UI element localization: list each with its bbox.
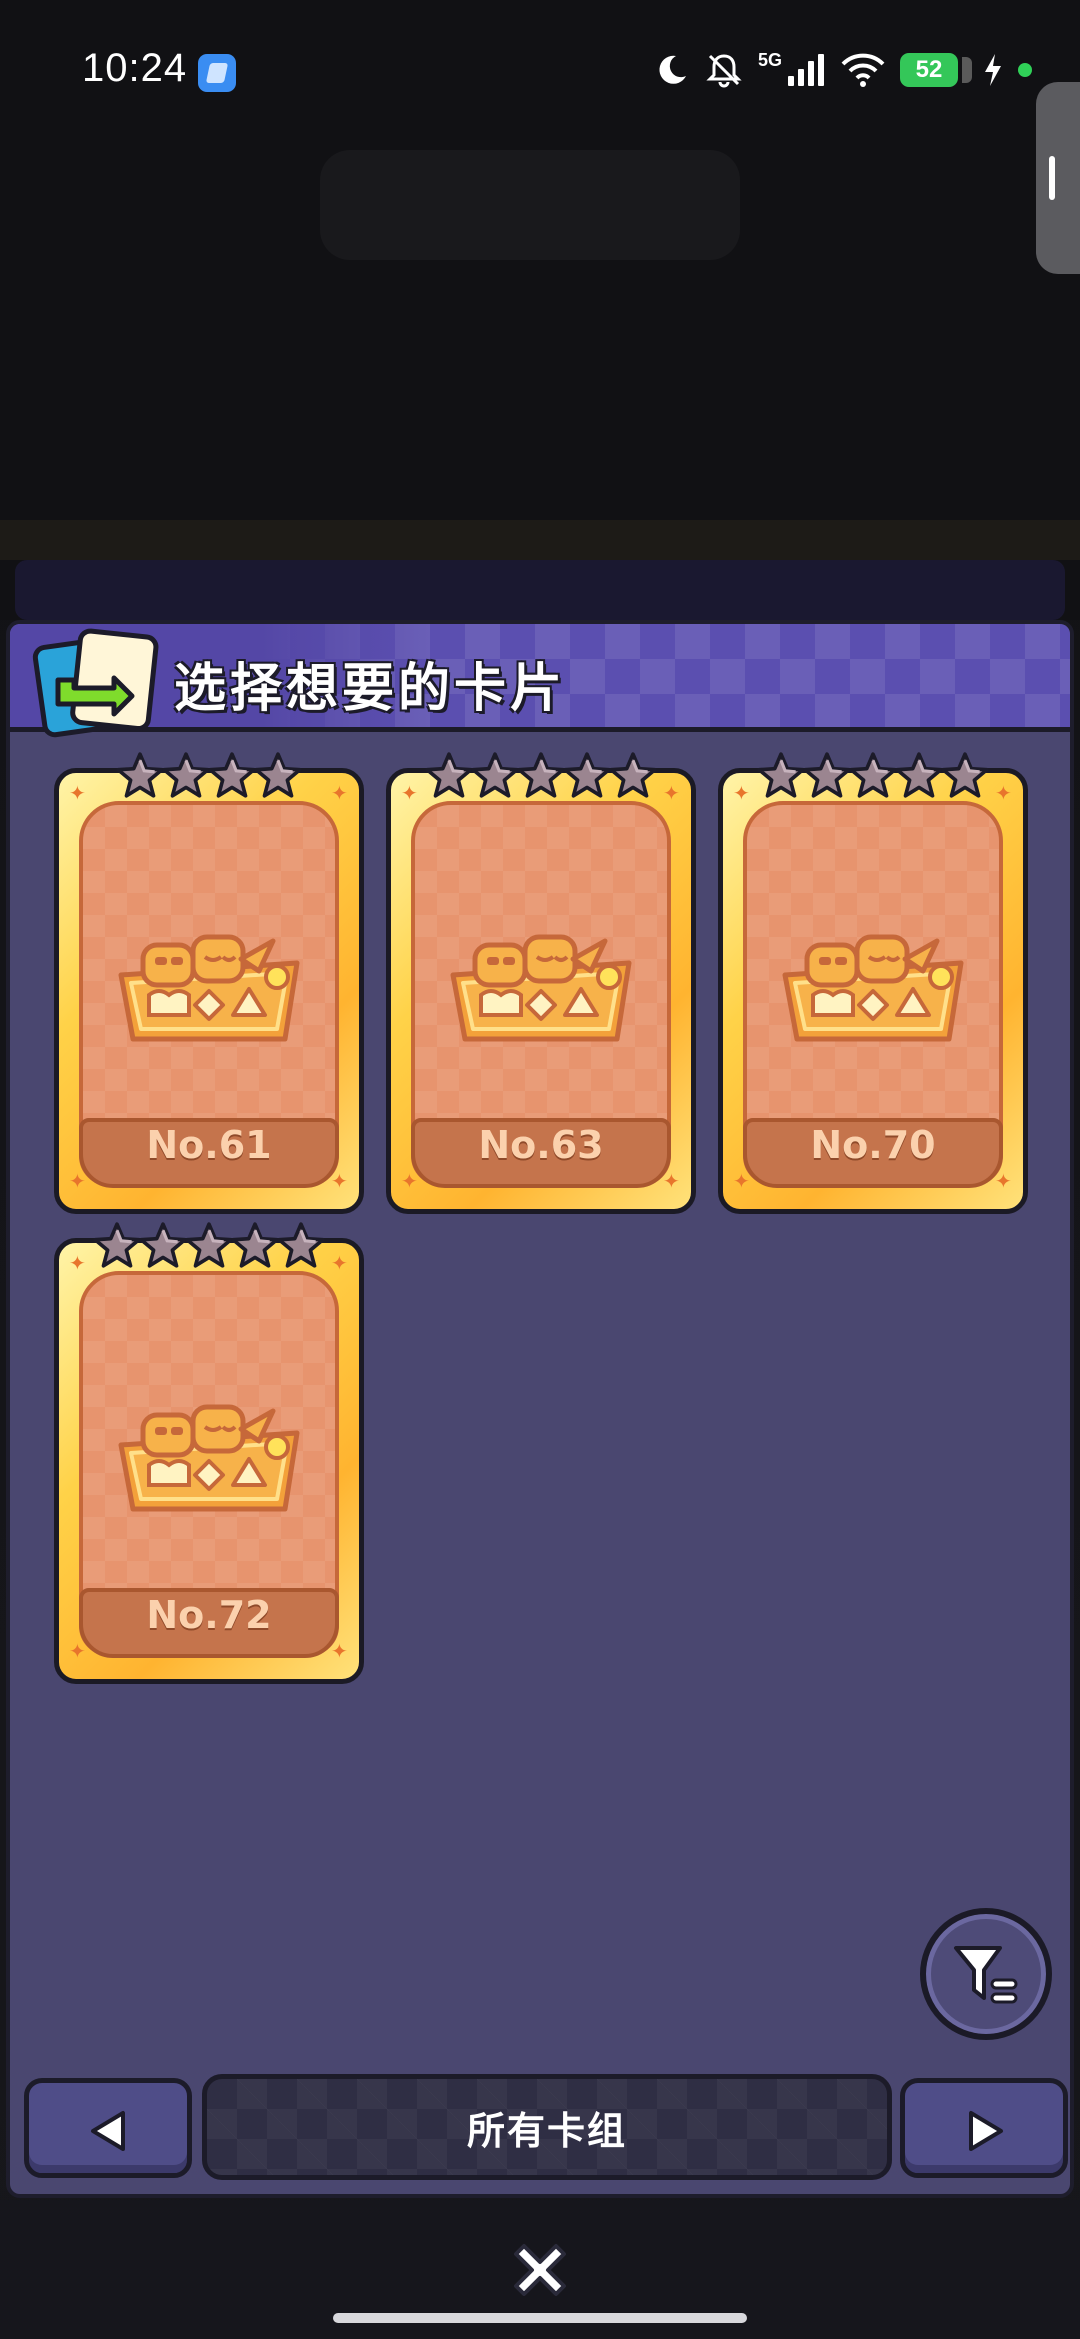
sparkle-icon: ✦ xyxy=(331,1251,348,1275)
star-icon xyxy=(116,752,164,798)
card-emblem-icon xyxy=(118,934,300,1042)
arrow-right-icon xyxy=(969,2111,1003,2151)
prev-page-button[interactable] xyxy=(24,2078,192,2178)
card-number: No.72 xyxy=(146,1593,272,1637)
star-icon xyxy=(517,752,565,798)
app-notification-icon xyxy=(198,54,236,92)
star-rating xyxy=(59,751,359,801)
battery-indicator: 52 xyxy=(900,53,972,87)
side-panel-handle[interactable] xyxy=(1036,82,1080,274)
star-rating xyxy=(723,751,1023,801)
sparkle-icon: ✦ xyxy=(995,1169,1012,1193)
privacy-indicator xyxy=(1018,63,1032,77)
card-no-61[interactable]: No.61 ✦ ✦ ✦ ✦ xyxy=(54,752,364,1214)
panel-title: 选择想要的卡片 xyxy=(174,659,567,719)
card-number: No.70 xyxy=(810,1123,936,1167)
star-icon xyxy=(162,752,210,798)
moon-icon xyxy=(659,55,686,84)
star-icon xyxy=(757,752,805,798)
card-emblem-icon xyxy=(782,934,964,1042)
star-icon xyxy=(803,752,851,798)
card-emblem-icon xyxy=(450,934,632,1042)
all-decks-button[interactable]: 所有卡组 xyxy=(202,2074,892,2180)
close-icon[interactable] xyxy=(502,2232,578,2308)
star-icon xyxy=(941,752,989,798)
star-icon xyxy=(139,1222,187,1268)
star-icon xyxy=(849,752,897,798)
sparkle-icon: ✦ xyxy=(663,1169,680,1193)
sparkle-icon: ✦ xyxy=(995,781,1012,805)
card-no-70[interactable]: No.70 ✦ ✦ ✦ ✦ xyxy=(718,752,1028,1214)
card-number: No.63 xyxy=(478,1123,604,1167)
status-time: 10:24 xyxy=(82,46,188,90)
star-icon xyxy=(208,752,256,798)
sparkle-icon: ✦ xyxy=(331,1169,348,1193)
wifi-icon xyxy=(841,53,885,87)
star-icon xyxy=(895,752,943,798)
card-no-63[interactable]: No.63 ✦ ✦ ✦ ✦ xyxy=(386,752,696,1214)
star-icon xyxy=(609,752,657,798)
star-icon xyxy=(254,752,302,798)
signal-icon xyxy=(788,54,824,86)
network-type: 5G xyxy=(757,49,782,70)
filter-icon xyxy=(954,1946,1018,2004)
star-icon xyxy=(93,1222,141,1268)
card-no-72[interactable]: No.72 ✦ ✦ ✦ ✦ xyxy=(54,1222,364,1684)
sparkle-icon: ✦ xyxy=(663,781,680,805)
star-icon xyxy=(185,1222,233,1268)
star-icon xyxy=(563,752,611,798)
star-icon xyxy=(425,752,473,798)
sparkle-icon: ✦ xyxy=(401,1169,418,1193)
sparkle-icon: ✦ xyxy=(69,1639,86,1663)
sparkle-icon: ✦ xyxy=(69,781,86,805)
arrow-left-icon xyxy=(91,2111,125,2151)
sparkle-icon: ✦ xyxy=(733,781,750,805)
card-number: No.61 xyxy=(146,1123,272,1167)
home-indicator xyxy=(333,2313,747,2323)
screen: 10:24 5G 52 选择想要的卡片 No.61 ✦ ✦ ✦ ✦ No.63 … xyxy=(0,0,1080,2339)
filter-button[interactable] xyxy=(920,1908,1052,2040)
sparkle-icon: ✦ xyxy=(733,1169,750,1193)
charging-icon xyxy=(985,54,1001,86)
sparkle-icon: ✦ xyxy=(69,1251,86,1275)
star-icon xyxy=(277,1222,325,1268)
sparkle-icon: ✦ xyxy=(331,1639,348,1663)
status-bar: 10:24 5G 52 xyxy=(0,0,1080,140)
panel-header: 选择想要的卡片 xyxy=(10,624,1070,738)
mute-icon xyxy=(706,54,742,88)
sparkle-icon: ✦ xyxy=(401,781,418,805)
star-icon xyxy=(471,752,519,798)
star-rating xyxy=(59,1221,359,1271)
star-rating xyxy=(391,751,691,801)
sparkle-icon: ✦ xyxy=(331,781,348,805)
card-emblem-icon xyxy=(118,1404,300,1512)
next-page-button[interactable] xyxy=(900,2078,1068,2178)
star-icon xyxy=(231,1222,279,1268)
deck-swap-icon xyxy=(32,628,159,738)
sparkle-icon: ✦ xyxy=(69,1169,86,1193)
